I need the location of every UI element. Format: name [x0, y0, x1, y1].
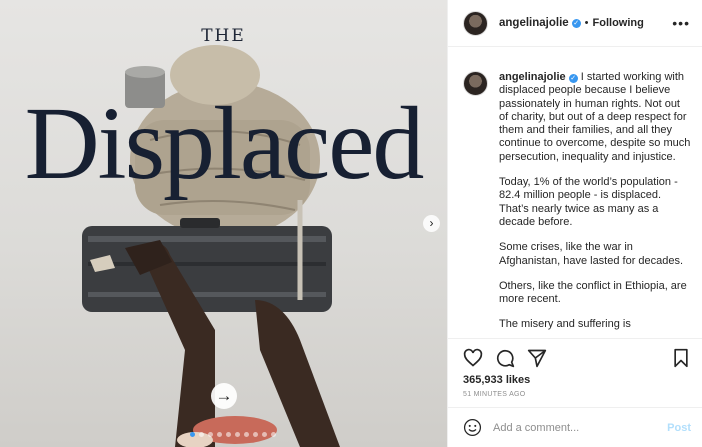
caption-paragraph-1: I started working with displaced people …: [499, 71, 691, 163]
comment-bubble-icon[interactable]: [495, 348, 515, 368]
carousel-next-small-icon[interactable]: ›: [423, 215, 440, 232]
header-username[interactable]: angelinajolie: [499, 17, 569, 29]
carousel-next-arrow-icon[interactable]: →: [211, 383, 237, 409]
more-options-icon[interactable]: •••: [672, 15, 690, 31]
photo-illustration: [82, 45, 340, 447]
like-heart-icon[interactable]: [463, 348, 483, 368]
following-button[interactable]: Following: [593, 17, 644, 29]
post-sidebar: angelinajolie ✓ • Following ••• angelina…: [447, 0, 702, 447]
instagram-post-window: THE Displaced › → angelinajolie ✓ • Foll…: [0, 0, 702, 447]
image-kicker-text: THE: [201, 26, 246, 46]
carousel-dot: [208, 432, 213, 437]
caption-avatar[interactable]: [463, 71, 488, 96]
post-actions: 365,933 likes 51 MINUTES AGO: [448, 338, 702, 398]
emoji-smiley-icon[interactable]: [463, 418, 482, 437]
header-separator: •: [584, 17, 589, 29]
likes-count[interactable]: 365,933 likes: [463, 374, 691, 386]
carousel-dot: [271, 432, 276, 437]
caption-paragraph-4: Others, like the conflict in Ethiopia, a…: [499, 279, 687, 306]
caption-username[interactable]: angelinajolie: [499, 71, 566, 83]
avatar[interactable]: [463, 10, 488, 36]
caption-paragraph-3: Some crises, like the war in Afghanistan…: [499, 241, 684, 267]
image-headline-text: Displaced: [24, 86, 425, 201]
verified-badge-icon: ✓: [568, 74, 578, 83]
post-image[interactable]: THE Displaced › →: [0, 0, 447, 447]
save-bookmark-icon[interactable]: [671, 348, 691, 368]
carousel-dots: [190, 432, 276, 437]
carousel-dot: [199, 432, 204, 437]
caption-area: angelinajolie ✓ I started working with di…: [463, 71, 691, 336]
verified-badge-icon: ✓: [571, 18, 581, 28]
post-timestamp[interactable]: 51 MINUTES AGO: [463, 391, 691, 398]
carousel-dot: [226, 432, 231, 437]
caption-paragraph-2: Today, 1% of the world’s population - 82…: [499, 176, 678, 228]
comment-input[interactable]: Add a comment...: [493, 422, 667, 434]
carousel-dot-active: [190, 432, 195, 437]
post-comment-button[interactable]: Post: [667, 422, 691, 434]
carousel-dot: [244, 432, 249, 437]
caption-paragraph-5: The misery and suffering is: [499, 318, 631, 331]
share-send-icon[interactable]: [527, 348, 547, 368]
carousel-dot: [235, 432, 240, 437]
comment-bar: Add a comment... Post: [448, 407, 702, 447]
caption-text: angelinajolie ✓ I started working with di…: [499, 71, 691, 332]
carousel-dot: [253, 432, 258, 437]
carousel-dot: [217, 432, 222, 437]
carousel-dot: [262, 432, 267, 437]
post-header: angelinajolie ✓ • Following •••: [448, 0, 702, 47]
